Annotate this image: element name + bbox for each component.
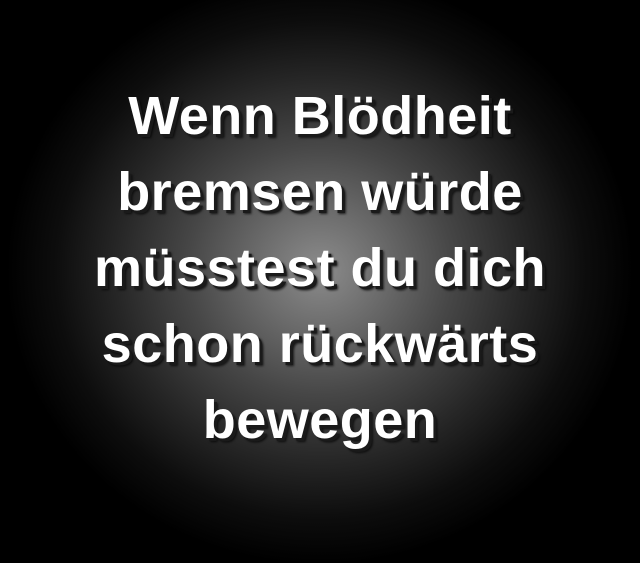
quote-line-1: Wenn Blödheit [128,86,512,146]
quote-text: Wenn Blödheit bremsen würde müsstest du … [0,78,640,458]
quote-line-4: schon rückwärts [101,314,539,374]
quote-line-3: müsstest du dich [93,238,547,298]
quote-line-5: bewegen [202,390,438,450]
quote-line-2: bremsen würde [117,162,523,222]
quote-card: Wenn Blödheit bremsen würde müsstest du … [0,0,640,563]
